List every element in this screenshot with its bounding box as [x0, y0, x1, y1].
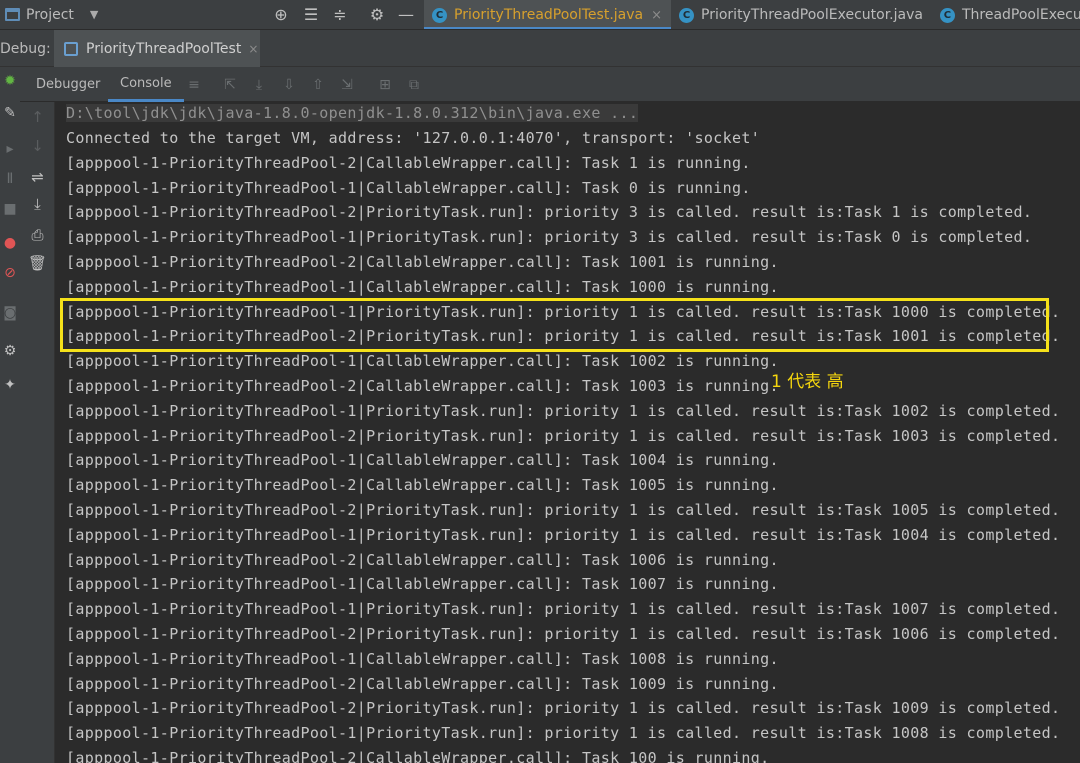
wrench-icon[interactable]: ✎ [0, 105, 20, 121]
console-line: [apppool-1-PriorityThreadPool-1|Priority… [66, 724, 1061, 743]
console-line: [apppool-1-PriorityThreadPool-1|Callable… [66, 575, 779, 594]
tab-label: ThreadPoolExecut [961, 7, 1080, 23]
tab-debugger[interactable]: Debugger [36, 67, 100, 102]
trace-icon[interactable]: ⧉ [400, 67, 428, 102]
console-line: Connected to the target VM, address: '12… [66, 129, 761, 147]
camera-icon[interactable]: ◙ [0, 305, 20, 321]
console-line: [apppool-1-PriorityThreadPool-1|Priority… [66, 401, 1061, 420]
console-line: [apppool-1-PriorityThreadPool-1|Callable… [66, 352, 779, 371]
console-line: [apppool-1-PriorityThreadPool-2|Priority… [66, 501, 1061, 519]
console-line: [apppool-1-PriorityThreadPool-1|Priority… [66, 228, 1033, 247]
console-line: [apppool-1-PriorityThreadPool-2|Callable… [66, 674, 779, 693]
annotation-note: 1 代表 高 [771, 372, 844, 392]
java-class-icon: C [679, 7, 695, 23]
gear-icon[interactable]: ⚙ [364, 0, 390, 29]
debug-subtabs: Debugger Console ≡ ⇱ ⤓ ⇩ ⇧ ⇲ ⊞ ⧉ [20, 67, 1080, 102]
console-line: [apppool-1-PriorityThreadPool-2|Callable… [66, 476, 779, 495]
bug-icon[interactable]: ✹ [0, 73, 20, 89]
java-class-icon: C [939, 7, 955, 23]
minimize-icon[interactable]: — [393, 0, 419, 29]
console-line: [apppool-1-PriorityThreadPool-2|Callable… [66, 153, 751, 172]
command-line-text: D:\tool\jdk\jdk\java-1.8.0-openjdk-1.8.0… [66, 104, 639, 122]
debug-toolwindow-header: Debug: PriorityThreadPoolTest × [0, 30, 1080, 67]
console-output[interactable]: D:\tool\jdk\jdk\java-1.8.0-openjdk-1.8.0… [55, 102, 1080, 763]
settings-icon[interactable]: ⚙ [0, 343, 20, 359]
command-line: D:\tool\jdk\jdk\java-1.8.0-openjdk-1.8.0… [66, 103, 639, 123]
console-line: [apppool-1-PriorityThreadPool-2|Priority… [66, 699, 1061, 718]
pause-icon[interactable]: Ⅱ [0, 171, 20, 187]
step-over-icon[interactable]: ⤓ [245, 67, 273, 102]
console-line: [apppool-1-PriorityThreadPool-2|Callable… [66, 550, 779, 569]
console-line: [apppool-1-PriorityThreadPool-2|Callable… [66, 749, 770, 763]
project-window-icon [5, 8, 20, 21]
arrow-down-icon[interactable]: ↓ [20, 137, 55, 155]
stop-icon[interactable]: ■ [0, 201, 20, 217]
soft-wrap-icon[interactable]: ⇌ [20, 168, 55, 186]
console-line: [apppool-1-PriorityThreadPool-1|Priority… [66, 302, 1061, 321]
console-line: [apppool-1-PriorityThreadPool-2|Priority… [66, 327, 1061, 346]
console-gutter: ↑ ↓ ⇌ ⤓ ⎙ 🗑 [20, 102, 55, 763]
tab-priority-thread-pool-executor[interactable]: C PriorityThreadPoolExecutor.java [671, 0, 932, 29]
console-line: [apppool-1-PriorityThreadPool-1|Priority… [66, 525, 1061, 544]
console-line: [apppool-1-PriorityThreadPool-1|Callable… [66, 178, 751, 197]
tab-thread-pool-executor[interactable]: C ThreadPoolExecut [932, 0, 1080, 29]
console-line: [apppool-1-PriorityThreadPool-1|Callable… [66, 277, 779, 296]
tab-label: PriorityThreadPoolExecutor.java [701, 7, 923, 23]
debug-config-tab[interactable]: PriorityThreadPoolTest × [54, 30, 260, 67]
breakpoints-icon[interactable]: ● [0, 235, 20, 251]
java-class-icon: C [432, 7, 447, 23]
close-icon[interactable]: × [651, 8, 662, 23]
tab-console[interactable]: Console [108, 67, 184, 102]
console-line: [apppool-1-PriorityThreadPool-2|Callable… [66, 377, 779, 395]
editor-tabs: C PriorityThreadPoolTest.java × C Priori… [424, 0, 1080, 29]
title-toolbar: Project ▼ ⊕ ☰ ≑ ⚙ — C PriorityThreadPool… [0, 0, 1080, 30]
console-line: [apppool-1-PriorityThreadPool-2|Priority… [66, 625, 1061, 643]
show-execution-point-icon[interactable]: ⇱ [216, 67, 244, 102]
console-line: [apppool-1-PriorityThreadPool-2|Callable… [66, 253, 779, 271]
scroll-to-end-icon[interactable]: ⤓ [20, 195, 55, 213]
console-line: [apppool-1-PriorityThreadPool-1|Callable… [66, 649, 779, 668]
crosshair-icon[interactable]: ⊕ [268, 0, 294, 29]
debug-actions-strip: ✹ ✎ ▸ Ⅱ ■ ● ⊘ ◙ ⚙ ✦ [0, 67, 20, 763]
step-into-icon[interactable]: ⇩ [275, 67, 303, 102]
project-label: Project [26, 6, 74, 23]
collapse-icon[interactable]: ≑ [327, 0, 353, 29]
console-line: [apppool-1-PriorityThreadPool-2|Priority… [66, 203, 1033, 222]
expand-icon[interactable]: ☰ [298, 0, 324, 29]
tab-label: PriorityThreadPoolTest.java [454, 7, 644, 23]
layout-icon[interactable]: ≡ [180, 67, 208, 102]
debug-label: Debug: [0, 40, 51, 57]
debug-config-label: PriorityThreadPoolTest [86, 40, 242, 57]
run-to-cursor-icon[interactable]: ⇲ [333, 67, 361, 102]
resume-icon[interactable]: ▸ [0, 141, 20, 157]
console-line: [apppool-1-PriorityThreadPool-2|Priority… [66, 426, 1061, 445]
step-out-icon[interactable]: ⇧ [304, 67, 332, 102]
pin-icon[interactable]: ✦ [0, 377, 20, 393]
evaluate-icon[interactable]: ⊞ [371, 67, 399, 102]
arrow-up-icon[interactable]: ↑ [20, 108, 55, 126]
chevron-down-icon[interactable]: ▼ [90, 8, 98, 21]
mute-breakpoints-icon[interactable]: ⊘ [0, 265, 20, 281]
run-config-icon [64, 41, 78, 56]
project-selector[interactable]: Project ▼ [0, 0, 98, 29]
tab-priority-thread-pool-test[interactable]: C PriorityThreadPoolTest.java × [424, 0, 672, 29]
console-line: [apppool-1-PriorityThreadPool-1|Priority… [66, 600, 1061, 619]
console-line: [apppool-1-PriorityThreadPool-1|Callable… [66, 451, 779, 470]
close-icon[interactable]: × [248, 42, 258, 56]
print-icon[interactable]: ⎙ [20, 226, 55, 244]
trash-icon[interactable]: 🗑 [20, 254, 55, 272]
